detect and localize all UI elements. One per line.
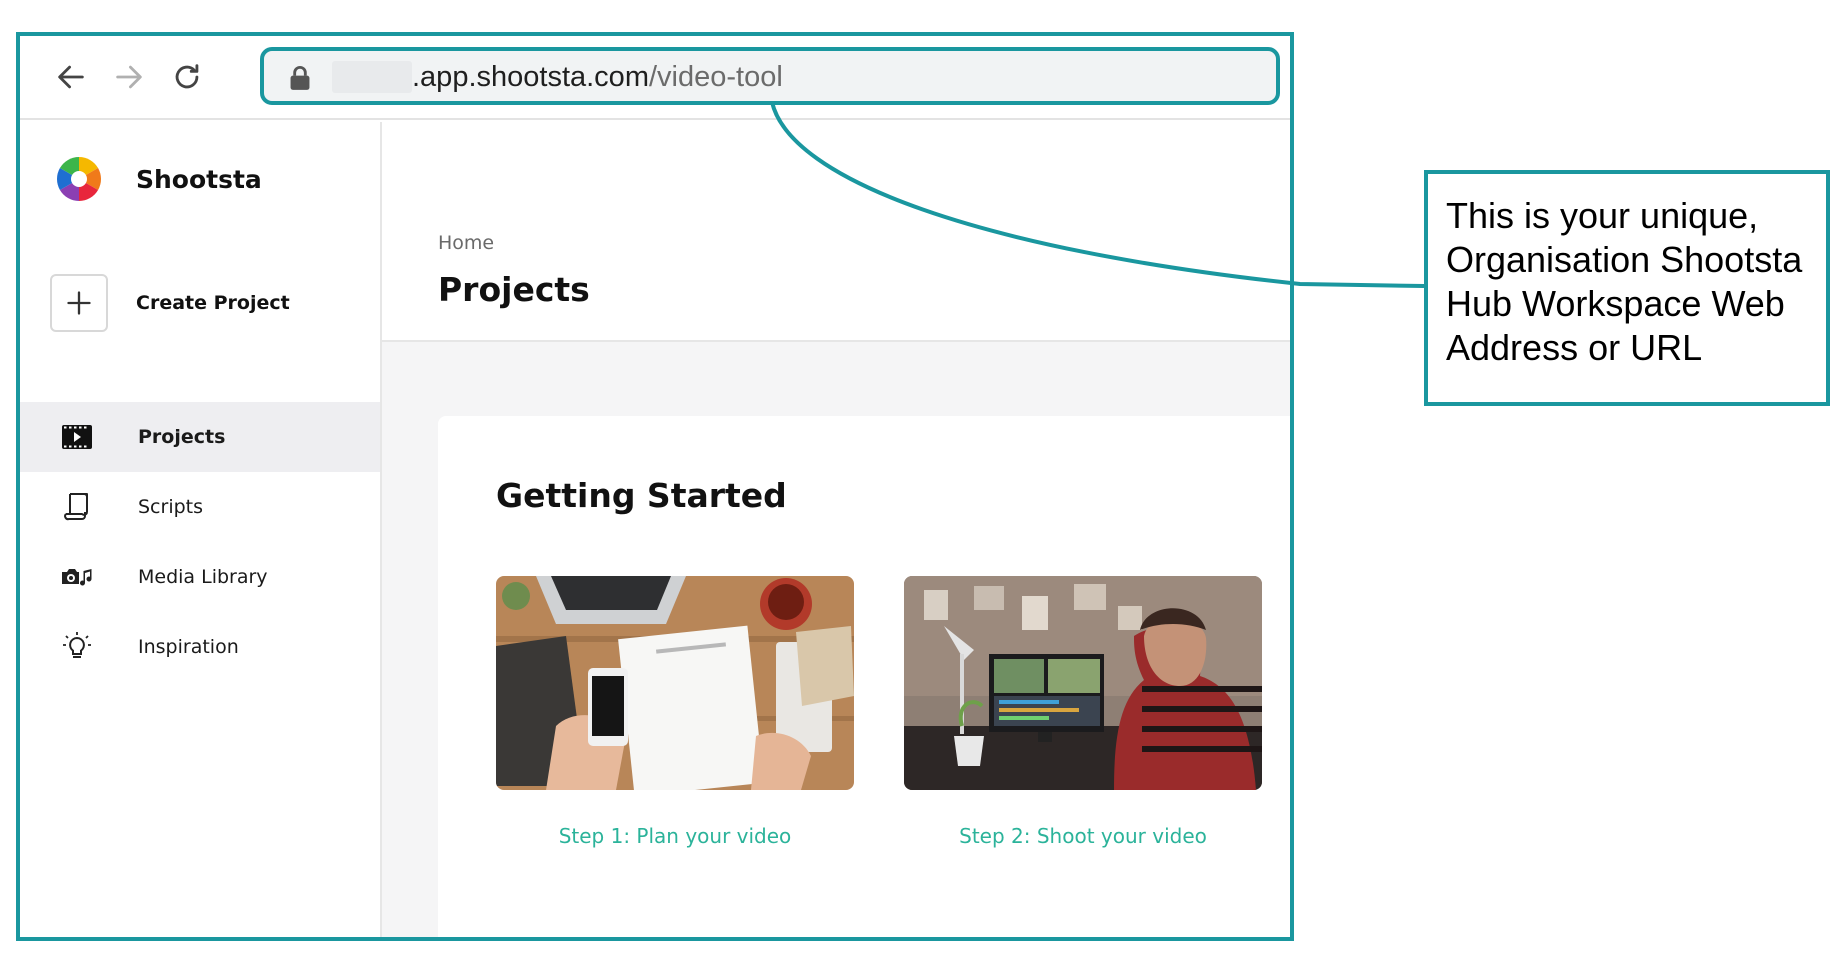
brand[interactable]: Shootsta	[56, 156, 262, 202]
sidebar-menu: Projects Scripts Media Library Inspirati…	[20, 402, 380, 682]
reload-icon	[175, 64, 199, 89]
reload-button[interactable]	[164, 54, 210, 100]
callout-box: This is your unique, Organisation Shoots…	[1424, 170, 1830, 406]
forward-button[interactable]	[106, 54, 152, 100]
arrow-left-icon	[58, 65, 84, 89]
create-project-label: Create Project	[136, 292, 290, 314]
breadcrumb[interactable]: Home	[438, 232, 494, 254]
url-host: .app.shootsta.com	[412, 61, 649, 93]
step-1-link[interactable]: Step 1: Plan your video	[496, 824, 854, 848]
sidebar-item-media-library[interactable]: Media Library	[20, 542, 380, 612]
sidebar-item-scripts[interactable]: Scripts	[20, 472, 380, 542]
scroll-icon	[60, 490, 94, 524]
redacted-subdomain	[332, 61, 412, 93]
sidebar-item-projects[interactable]: Projects	[20, 402, 380, 472]
lightbulb-icon	[60, 630, 94, 664]
step-1-thumbnail[interactable]	[496, 576, 854, 790]
sidebar-item-inspiration[interactable]: Inspiration	[20, 612, 380, 682]
sidebar-item-label: Scripts	[138, 496, 204, 518]
brand-name: Shootsta	[136, 164, 262, 194]
shoot-video-image	[904, 576, 1262, 790]
create-project-button[interactable]: Create Project	[50, 274, 290, 332]
plus-icon	[50, 274, 108, 332]
step-2-thumbnail[interactable]	[904, 576, 1262, 790]
callout-text: This is your unique, Organisation Shoots…	[1446, 195, 1803, 368]
arrow-right-icon	[116, 65, 142, 89]
sidebar: Shootsta Create Project Projects Scripts	[20, 122, 382, 937]
page-title: Projects	[438, 270, 590, 309]
film-play-icon	[60, 420, 94, 454]
address-bar[interactable]: .app.shootsta.com/video-tool	[260, 47, 1280, 105]
url-text: .app.shootsta.com/video-tool	[412, 59, 783, 95]
lock-icon	[290, 66, 310, 90]
sidebar-item-label: Media Library	[138, 566, 268, 588]
card-title: Getting Started	[496, 476, 787, 515]
sidebar-item-label: Projects	[138, 426, 226, 448]
getting-started-card: Getting Started Step 1: Plan your video …	[438, 416, 1290, 937]
camera-music-icon	[60, 560, 94, 594]
page-header: Home Projects	[382, 122, 1290, 342]
browser-toolbar: .app.shootsta.com/video-tool	[20, 36, 1290, 120]
plan-video-image	[496, 576, 854, 790]
url-path: /video-tool	[648, 61, 783, 93]
step-2-link[interactable]: Step 2: Shoot your video	[904, 824, 1262, 848]
shootsta-logo-icon	[57, 157, 101, 201]
browser-window: .app.shootsta.com/video-tool Shootsta Cr…	[16, 32, 1294, 941]
back-button[interactable]	[48, 54, 94, 100]
main-content: Home Projects Getting Started Step 1: Pl…	[382, 122, 1290, 937]
sidebar-item-label: Inspiration	[138, 636, 239, 658]
